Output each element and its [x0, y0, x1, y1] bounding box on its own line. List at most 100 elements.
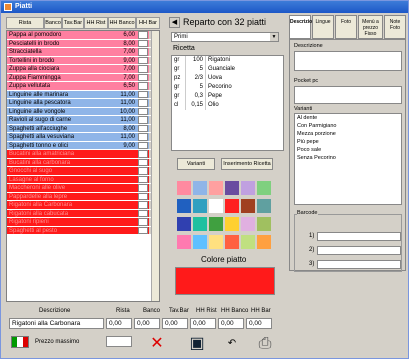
- variante-item[interactable]: Poco sale: [295, 146, 401, 154]
- descrizione-input[interactable]: Rigatoni alla Carbonara: [9, 318, 104, 329]
- color-swatch[interactable]: [177, 235, 191, 249]
- dish-row[interactable]: Linguine alla pescatora11,00▾: [7, 99, 159, 108]
- dish-row[interactable]: Bucatini alla amatriciana▾: [7, 150, 159, 159]
- color-swatch[interactable]: [209, 217, 223, 231]
- color-palette[interactable]: [177, 181, 272, 251]
- dish-list[interactable]: Pappa al pomodoro6,00▾Pesciatelli in bro…: [6, 30, 160, 302]
- dish-row[interactable]: Pappa al pomodoro6,00▾: [7, 31, 159, 40]
- dish-row[interactable]: Zuppa alla ciociara7,00▾: [7, 65, 159, 74]
- dish-row[interactable]: Linguine alle marinara11,00▾: [7, 90, 159, 99]
- dish-row[interactable]: Rigatoni alla cabucata▾: [7, 209, 159, 218]
- price-banco-input[interactable]: 0,00: [134, 318, 160, 329]
- color-swatch[interactable]: [193, 217, 207, 231]
- color-swatch[interactable]: [257, 217, 271, 231]
- dish-row[interactable]: Stracciatella7,00▾: [7, 48, 159, 57]
- dish-checkbox[interactable]: [138, 90, 148, 98]
- dish-checkbox[interactable]: [138, 192, 148, 200]
- tab-hhrist[interactable]: HH Rist: [84, 17, 108, 29]
- dish-checkbox[interactable]: [138, 99, 148, 107]
- save-icon[interactable]: ▣: [186, 333, 208, 355]
- ricetta-row[interactable]: pz 2/3 Uova: [172, 74, 283, 83]
- dish-checkbox[interactable]: [138, 39, 148, 47]
- dish-row[interactable]: Pesciatelli in brodo8,00▾: [7, 39, 159, 48]
- color-swatch[interactable]: [241, 199, 255, 213]
- dish-row[interactable]: Bucatini alla carbonara▾: [7, 158, 159, 167]
- tab-rista[interactable]: Rista: [6, 17, 44, 29]
- dish-checkbox[interactable]: [138, 175, 148, 183]
- tab-hhbanco[interactable]: HH Banco: [108, 17, 136, 29]
- color-swatch[interactable]: [193, 235, 207, 249]
- color-swatch[interactable]: [225, 199, 239, 213]
- ricetta-row[interactable]: gr 0,3 Pepe: [172, 92, 283, 101]
- dish-checkbox[interactable]: [138, 158, 148, 166]
- color-swatch[interactable]: [257, 235, 271, 249]
- dish-checkbox[interactable]: [138, 31, 148, 39]
- tab-note-foto[interactable]: Note Foto: [384, 15, 406, 39]
- delete-icon[interactable]: ✕: [146, 333, 168, 355]
- descrizione-field[interactable]: [294, 51, 402, 71]
- dish-checkbox[interactable]: [138, 56, 148, 64]
- inserimento-ricetta-button[interactable]: Inserimento Ricetta: [221, 158, 273, 170]
- color-swatch[interactable]: [225, 235, 239, 249]
- dish-row[interactable]: Zuppa Fiammingga7,00▾: [7, 73, 159, 82]
- color-swatch[interactable]: [209, 235, 223, 249]
- tab-menu-fisso[interactable]: Menù a prezzo Fisso: [358, 15, 383, 39]
- dish-row[interactable]: Spaghetti tonno e olici9,00▾: [7, 141, 159, 150]
- dish-checkbox[interactable]: [138, 48, 148, 56]
- tab-lingue[interactable]: Lingue: [312, 15, 334, 39]
- scrollbar[interactable]: [151, 31, 159, 301]
- price-hhbar-input[interactable]: 0,00: [246, 318, 272, 329]
- dish-row[interactable]: Linguine alle vongole10,00▾: [7, 107, 159, 116]
- dish-row[interactable]: Rigatoni ripieni▾: [7, 218, 159, 227]
- price-rista-input[interactable]: 0,00: [106, 318, 132, 329]
- dish-row[interactable]: Pappardelle alla lepre▾: [7, 192, 159, 201]
- chevron-down-icon[interactable]: ▼: [270, 33, 278, 41]
- barcode-field-3[interactable]: [317, 260, 401, 269]
- variante-item[interactable]: Con Parmigiano: [295, 122, 401, 130]
- dish-checkbox[interactable]: [138, 116, 148, 124]
- color-swatch[interactable]: [177, 181, 191, 195]
- italian-flag-icon[interactable]: [11, 336, 29, 348]
- dish-row[interactable]: Tortellini in brodo9,00▾: [7, 56, 159, 65]
- print-icon[interactable]: ⎙: [254, 333, 276, 355]
- dish-checkbox[interactable]: [138, 124, 148, 132]
- variante-item[interactable]: Mezza porzione: [295, 130, 401, 138]
- tab-tavbar[interactable]: Tav.Bar: [62, 17, 84, 29]
- ricetta-row[interactable]: gr 100 Rigatoni: [172, 56, 283, 65]
- color-swatch[interactable]: [177, 199, 191, 213]
- dish-checkbox[interactable]: [138, 167, 148, 175]
- color-swatch[interactable]: [241, 181, 255, 195]
- dish-row[interactable]: Zuppa vellutata6,50▾: [7, 82, 159, 91]
- color-swatch[interactable]: [209, 181, 223, 195]
- reparto-select[interactable]: Primi ▼: [171, 32, 279, 42]
- price-tavbar-input[interactable]: 0,00: [162, 318, 188, 329]
- ricetta-row[interactable]: cl 0,15 Olio: [172, 101, 283, 110]
- dish-row[interactable]: Spaghetti all'acciughe8,00▾: [7, 124, 159, 133]
- ricetta-table[interactable]: gr 100 Rigatoni gr 5 Guanciale pz 2/3 Uova gr 5 Pec…: [171, 55, 284, 151]
- dish-row[interactable]: Ravioli al sugo di carne11,00▾: [7, 116, 159, 125]
- dish-checkbox[interactable]: [138, 218, 148, 226]
- tab-banco[interactable]: Banco: [44, 17, 62, 29]
- dish-checkbox[interactable]: [138, 107, 148, 115]
- color-swatch[interactable]: [241, 217, 255, 231]
- dish-checkbox[interactable]: [138, 65, 148, 73]
- dish-checkbox[interactable]: [138, 82, 148, 90]
- variante-item[interactable]: Più pepe: [295, 138, 401, 146]
- back-arrow-icon[interactable]: ◀: [169, 17, 180, 28]
- variante-item[interactable]: Al dente: [295, 114, 401, 122]
- dish-row[interactable]: Spaghetti al pesto▾: [7, 226, 159, 235]
- dish-checkbox[interactable]: [138, 226, 148, 234]
- varianti-button[interactable]: Varianti: [177, 158, 215, 170]
- color-swatch[interactable]: [257, 199, 271, 213]
- ricetta-row[interactable]: gr 5 Guanciale: [172, 65, 283, 74]
- tab-descrizioni[interactable]: Descrizioni: [289, 15, 317, 39]
- dish-checkbox[interactable]: [138, 150, 148, 158]
- tab-foto[interactable]: Foto: [335, 15, 357, 39]
- color-swatch[interactable]: [209, 199, 223, 213]
- color-swatch[interactable]: [225, 217, 239, 231]
- dish-row[interactable]: Gnocchi al sugo▾: [7, 167, 159, 176]
- color-swatch[interactable]: [257, 181, 271, 195]
- dish-checkbox[interactable]: [138, 141, 148, 149]
- dish-checkbox[interactable]: [138, 133, 148, 141]
- color-swatch[interactable]: [193, 199, 207, 213]
